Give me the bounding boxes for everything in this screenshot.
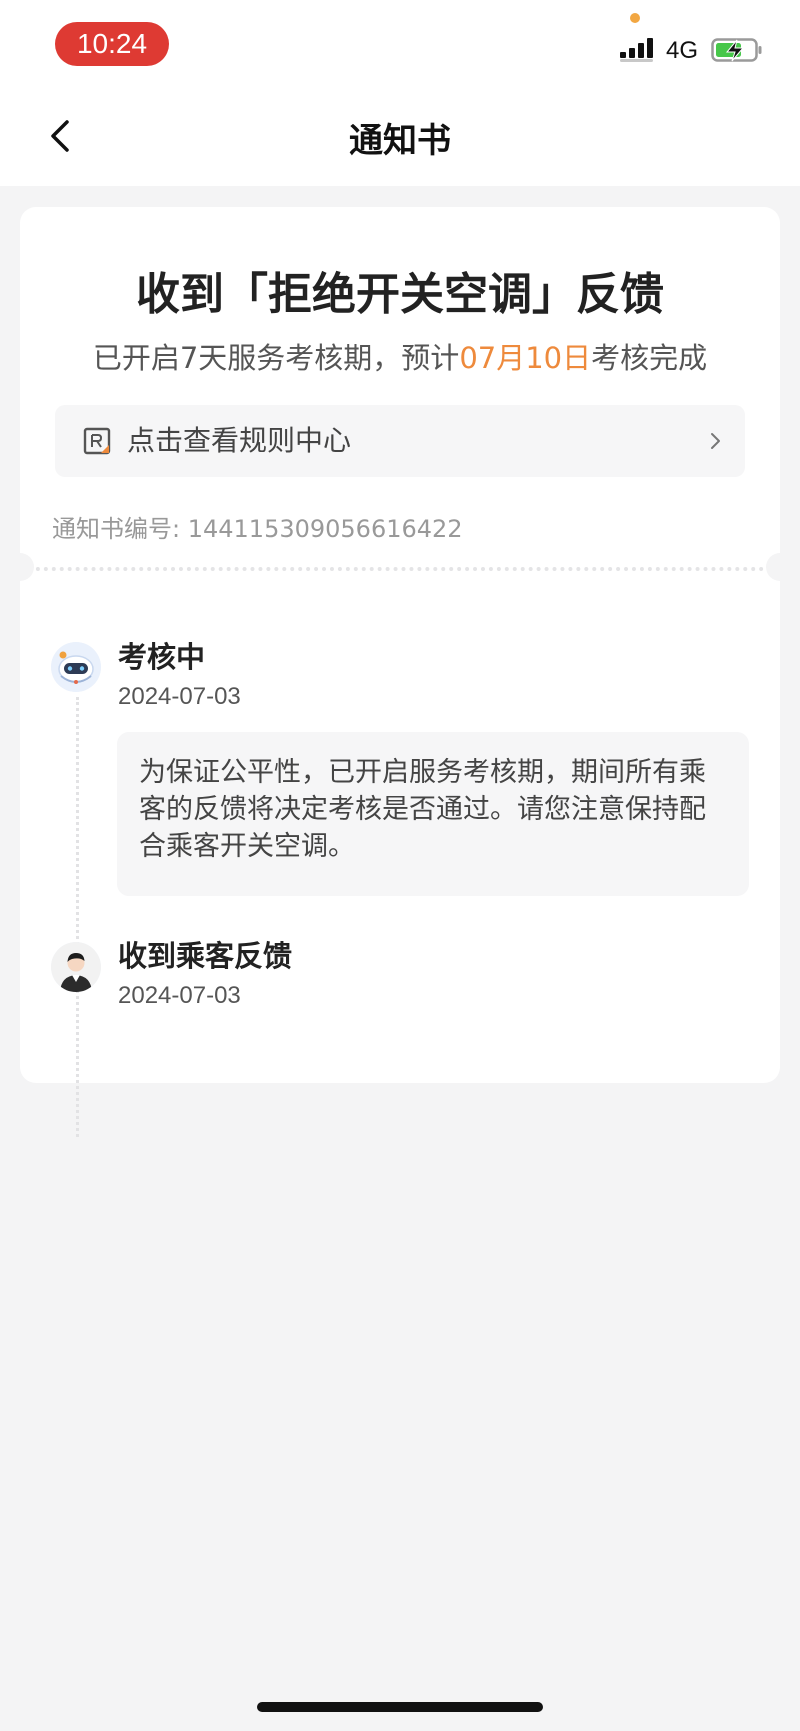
page-title: 通知书 [349, 121, 451, 161]
chevron-right-icon [711, 433, 720, 449]
battery-charging-icon [711, 38, 762, 62]
notice-card: 收到「拒绝开关空调」反馈 已开启7天服务考核期，预计07月10日考核完成 点击查… [6, 207, 794, 1137]
subline-deadline: 07月10日 [459, 341, 592, 375]
home-indicator [257, 1702, 543, 1712]
notice-subline: 已开启7天服务考核期，预计07月10日考核完成 [20, 337, 780, 379]
notice-number-value: 144115309056616422 [187, 515, 463, 543]
status-bar: 10:24 4G [0, 0, 800, 86]
ticket-notch-left [6, 553, 34, 581]
network-label: 4G [666, 37, 699, 64]
mic-indicator-dot [630, 13, 640, 23]
subline-suffix: 考核完成 [591, 341, 708, 375]
timeline-event-title: 收到乘客反馈 [118, 939, 293, 973]
subline-prefix: 已开启7天服务考核期，预计 [92, 341, 460, 375]
ticket-notch-right [766, 553, 794, 581]
nav-bar: 通知书 [0, 86, 800, 186]
notice-headline: 收到「拒绝开关空调」反馈 [136, 269, 664, 320]
dotted-divider [20, 567, 780, 571]
rules-center-link[interactable]: 点击查看规则中心 [55, 405, 745, 477]
notice-number: 通知书编号: 144115309056616422 [52, 512, 463, 546]
timeline-event-title: 考核中 [118, 640, 206, 674]
timeline-event-date: 2024-07-03 [118, 683, 241, 710]
rules-center-label: 点击查看规则中心 [127, 424, 352, 457]
back-chevron-icon[interactable] [40, 114, 84, 158]
timeline-event-note: 为保证公平性，已开启服务考核期，期间所有乘客的反馈将决定考核是否通过。请您注意保… [117, 732, 749, 896]
rules-doc-icon [83, 427, 111, 455]
signal-icon [620, 38, 653, 62]
passenger-avatar-icon [51, 942, 101, 992]
timeline-connector [76, 697, 79, 1137]
timeline-event-date: 2024-07-03 [118, 982, 241, 1009]
robot-avatar-icon [51, 642, 101, 692]
status-time: 10:24 [55, 22, 169, 66]
notice-number-label: 通知书编号: [52, 515, 188, 543]
